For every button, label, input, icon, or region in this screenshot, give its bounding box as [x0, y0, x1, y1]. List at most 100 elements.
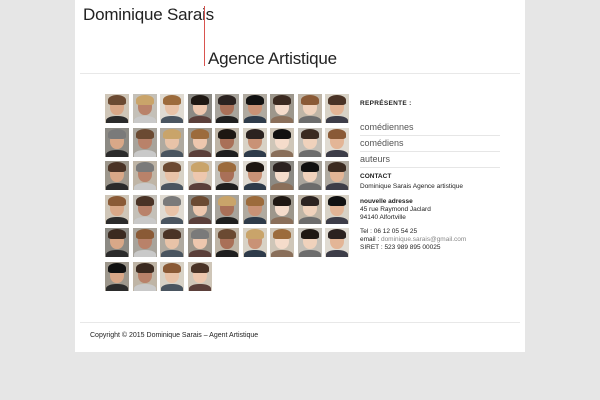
portrait-photo[interactable]: [159, 193, 185, 225]
portrait-photo[interactable]: [296, 93, 323, 124]
portrait-torso: [106, 116, 128, 123]
portrait-torso: [133, 283, 156, 291]
new-address-label: nouvelle adresse: [360, 198, 413, 205]
portrait-photo[interactable]: [214, 93, 240, 124]
portrait-photo[interactable]: [131, 93, 158, 124]
portrait-photo[interactable]: [214, 160, 240, 191]
email-label: email :: [360, 236, 381, 243]
portrait-torso: [106, 283, 128, 291]
portrait-photo[interactable]: [324, 160, 350, 191]
portrait-torso: [188, 183, 211, 190]
menu-item-comediennes[interactable]: comédiennes: [360, 120, 500, 136]
portrait-photo[interactable]: [296, 160, 323, 191]
portrait-torso: [188, 283, 211, 291]
portrait-photo[interactable]: [159, 227, 185, 258]
portrait-photo[interactable]: [104, 227, 130, 258]
portrait-photo[interactable]: [324, 93, 350, 124]
footer-copyright: Copyright © 2015 Dominique Sarais – Agen…: [90, 332, 259, 339]
portrait-torso: [243, 116, 266, 123]
portrait-photo[interactable]: [214, 227, 240, 258]
portrait-torso: [326, 250, 348, 257]
site-title[interactable]: Dominique Sarais: [83, 5, 214, 25]
portrait-photo[interactable]: [104, 160, 130, 191]
portrait-torso: [216, 183, 238, 190]
portrait-photo[interactable]: [186, 160, 213, 191]
portrait-hair: [108, 262, 126, 273]
portrait-torso: [326, 216, 348, 224]
portrait-torso: [161, 116, 183, 123]
portrait-hair: [245, 128, 264, 139]
portrait-photo[interactable]: [269, 227, 295, 258]
portrait-photo[interactable]: [241, 227, 268, 258]
portrait-hair: [218, 195, 236, 206]
portrait-hair: [300, 128, 319, 139]
portrait-photo[interactable]: [214, 193, 240, 225]
portrait-photo[interactable]: [131, 126, 158, 158]
contact-heading: CONTACT: [360, 173, 392, 180]
portrait-photo[interactable]: [159, 126, 185, 158]
portrait-hair: [190, 195, 209, 206]
portrait-photo[interactable]: [269, 160, 295, 191]
portrait-hair: [108, 95, 126, 105]
portrait-hair: [328, 95, 346, 105]
address-city: 94140 Alfortville: [360, 214, 406, 221]
portrait-photo[interactable]: [296, 227, 323, 258]
portrait-hair: [163, 262, 181, 273]
portrait-torso: [106, 250, 128, 257]
portrait-photo[interactable]: [296, 126, 323, 158]
portrait-photo[interactable]: [131, 193, 158, 225]
portrait-torso: [188, 149, 211, 157]
portrait-torso: [326, 183, 348, 190]
portrait-torso: [133, 183, 156, 190]
portrait-torso: [243, 216, 266, 224]
portrait-torso: [216, 216, 238, 224]
portrait-photo[interactable]: [159, 260, 185, 292]
portrait-photo[interactable]: [104, 93, 130, 124]
portrait-photo[interactable]: [186, 227, 213, 258]
portrait-photo[interactable]: [324, 126, 350, 158]
portrait-photo[interactable]: [159, 160, 185, 191]
portrait-photo[interactable]: [104, 260, 130, 292]
portrait-photo[interactable]: [131, 160, 158, 191]
portrait-torso: [161, 149, 183, 157]
portrait-photo[interactable]: [131, 227, 158, 258]
category-menu: comédiennes comédiens auteurs: [360, 120, 500, 168]
menu-item-comediens[interactable]: comédiens: [360, 136, 500, 152]
portrait-hair: [218, 162, 236, 172]
portrait-photo[interactable]: [131, 260, 158, 292]
portrait-hair: [163, 95, 181, 105]
portrait-photo[interactable]: [241, 126, 268, 158]
portrait-photo[interactable]: [104, 193, 130, 225]
portrait-photo[interactable]: [269, 93, 295, 124]
portrait-photo[interactable]: [186, 260, 213, 292]
portrait-photo[interactable]: [186, 93, 213, 124]
portrait-hair: [135, 162, 154, 172]
sidebar: REPRÉSENTE : comédiennes comédiens auteu…: [360, 100, 500, 251]
portrait-photo[interactable]: [214, 126, 240, 158]
portrait-hair: [300, 95, 319, 105]
portrait-photo[interactable]: [296, 193, 323, 225]
email-link[interactable]: dominique.sarais@gmail.com: [381, 236, 466, 243]
portrait-hair: [108, 162, 126, 172]
portrait-hair: [218, 95, 236, 105]
portrait-photo[interactable]: [159, 93, 185, 124]
portrait-hair: [163, 229, 181, 239]
portrait-hair: [273, 195, 291, 206]
menu-item-auteurs[interactable]: auteurs: [360, 152, 500, 168]
portrait-photo[interactable]: [269, 126, 295, 158]
portrait-photo[interactable]: [241, 93, 268, 124]
portrait-photo[interactable]: [186, 193, 213, 225]
portrait-photo[interactable]: [269, 193, 295, 225]
portrait-photo[interactable]: [324, 227, 350, 258]
portrait-photo[interactable]: [241, 193, 268, 225]
portrait-hair: [190, 162, 209, 172]
portrait-photo[interactable]: [241, 160, 268, 191]
header-divider: [80, 73, 520, 74]
portrait-photo[interactable]: [104, 126, 130, 158]
page-container: Dominique Sarais Agence Artistique REPRÉ…: [75, 0, 525, 352]
portrait-photo[interactable]: [324, 193, 350, 225]
portrait-photo[interactable]: [186, 126, 213, 158]
portrait-hair: [245, 229, 264, 239]
portrait-torso: [326, 149, 348, 157]
portrait-torso: [271, 116, 293, 123]
